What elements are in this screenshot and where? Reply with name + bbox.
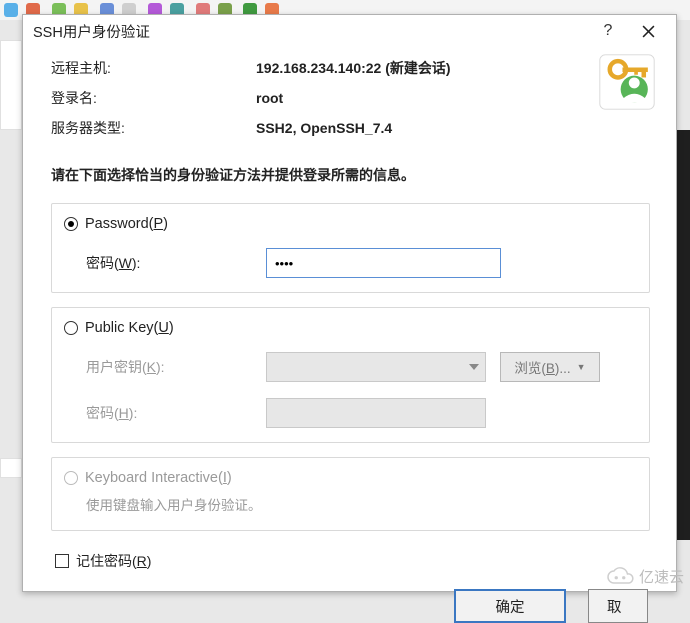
method-keyboard: Keyboard Interactive(I) 使用键盘输入用户身份验证。 bbox=[51, 457, 650, 531]
method-password: Password(P) 密码(W): bbox=[51, 203, 650, 293]
cancel-button[interactable]: 取 bbox=[588, 589, 648, 623]
titlebar: SSH用户身份验证 ? bbox=[23, 15, 676, 47]
server-type-value: SSH2, OpenSSH_7.4 bbox=[256, 120, 392, 136]
remember-password-checkbox[interactable]: 记住密码(R) bbox=[55, 551, 650, 571]
radio-icon bbox=[64, 321, 78, 335]
login-label: 登录名: bbox=[51, 88, 256, 108]
pk-passphrase-input bbox=[266, 398, 486, 428]
close-button[interactable] bbox=[628, 17, 668, 45]
radio-password[interactable]: Password(P) bbox=[64, 216, 633, 232]
chevron-down-icon bbox=[469, 364, 479, 370]
ssh-auth-dialog: SSH用户身份验证 ? 远程主机: 192.168.234.140:22 (新建… bbox=[22, 14, 677, 592]
radio-publickey[interactable]: Public Key(U) bbox=[64, 320, 633, 336]
user-key-icon bbox=[598, 53, 656, 111]
radio-icon bbox=[64, 217, 78, 231]
radio-icon bbox=[64, 471, 78, 485]
radio-keyboard[interactable]: Keyboard Interactive(I) bbox=[64, 470, 633, 486]
help-button[interactable]: ? bbox=[588, 17, 628, 45]
remote-host-label: 远程主机: bbox=[51, 58, 256, 78]
watermark: 亿速云 bbox=[605, 566, 684, 587]
server-type-label: 服务器类型: bbox=[51, 118, 256, 138]
radio-keyboard-label: Keyboard Interactive(I) bbox=[85, 470, 232, 486]
remember-password-label: 记住密码(R) bbox=[76, 551, 151, 571]
background-panel-left-2 bbox=[0, 458, 22, 478]
keyboard-helper-text: 使用键盘输入用户身份验证。 bbox=[86, 494, 633, 514]
browse-button-label: 浏览(B)... bbox=[514, 357, 570, 377]
userkey-field-label: 用户密钥(K): bbox=[86, 357, 266, 377]
radio-password-label: Password(P) bbox=[85, 216, 168, 232]
method-publickey: Public Key(U) 用户密钥(K): 浏览(B)... ▼ 密码(H): bbox=[51, 307, 650, 443]
watermark-text: 亿速云 bbox=[639, 566, 684, 587]
connection-info: 远程主机: 192.168.234.140:22 (新建会话) 登录名: roo… bbox=[51, 53, 650, 143]
remote-host-value: 192.168.234.140:22 (新建会话) bbox=[256, 58, 451, 78]
browse-button: 浏览(B)... ▼ bbox=[500, 352, 600, 382]
cloud-icon bbox=[605, 567, 635, 587]
instruction-text: 请在下面选择恰当的身份验证方法并提供登录所需的信息。 bbox=[51, 165, 650, 185]
caret-down-icon: ▼ bbox=[577, 362, 586, 372]
dialog-buttons: 确定 取 bbox=[51, 589, 650, 623]
radio-publickey-label: Public Key(U) bbox=[85, 320, 174, 336]
login-value: root bbox=[256, 90, 283, 106]
background-panel-left bbox=[0, 40, 22, 130]
password-field-label: 密码(W): bbox=[86, 253, 266, 273]
password-input[interactable] bbox=[266, 248, 501, 278]
close-icon bbox=[642, 25, 655, 38]
background-dark-right bbox=[676, 130, 690, 540]
dialog-title: SSH用户身份验证 bbox=[33, 21, 588, 42]
checkbox-icon bbox=[55, 554, 69, 568]
userkey-select bbox=[266, 352, 486, 382]
pk-pass-label: 密码(H): bbox=[86, 403, 266, 423]
ok-button[interactable]: 确定 bbox=[454, 589, 566, 623]
